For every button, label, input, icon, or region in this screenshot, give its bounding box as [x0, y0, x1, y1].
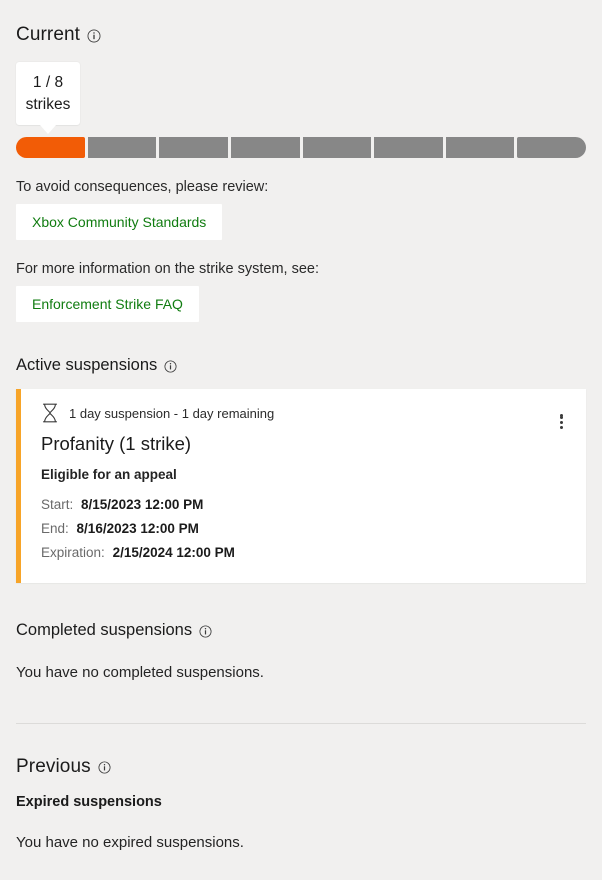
completed-suspensions-title: Completed suspensions [16, 621, 193, 640]
strike-segment-4 [230, 137, 300, 158]
detail-value: 2/15/2024 12:00 PM [112, 545, 235, 561]
suspension-card-top: 1 day suspension - 1 day remaining [41, 403, 572, 423]
completed-suspensions-header: Completed suspensions [16, 621, 586, 640]
strike-segment-5 [302, 137, 372, 158]
strike-segment-8 [517, 137, 586, 158]
kebab-dots [559, 413, 563, 429]
info-circle-icon[interactable] [98, 761, 112, 775]
detail-row-end: End: 8/16/2023 12:00 PM [41, 517, 572, 541]
strike-segment-7 [445, 137, 515, 158]
strike-segment-6 [374, 137, 443, 158]
detail-value: 8/16/2023 12:00 PM [76, 521, 199, 537]
info-circle-icon[interactable] [199, 625, 213, 639]
enforcement-strike-faq-button[interactable]: Enforcement Strike FAQ [16, 286, 199, 322]
active-suspensions-header: Active suspensions [16, 356, 586, 375]
faq-prompt: For more information on the strike syste… [16, 261, 319, 277]
kebab-menu-icon[interactable] [548, 402, 574, 429]
expired-empty-message: You have no expired suspensions. [16, 834, 244, 852]
strike-history-page: Current 1 / 8 strikes To avoid consequen… [0, 0, 602, 851]
strike-count-value: 1 / 8 [32, 74, 64, 91]
detail-row-start: Start: 8/15/2023 12:00 PM [41, 493, 572, 517]
review-prompt: To avoid consequences, please review: [16, 179, 269, 195]
suspension-duration: 1 day suspension - 1 day remaining [69, 405, 275, 421]
strike-segment-3 [159, 137, 228, 158]
hourglass-icon [41, 403, 59, 423]
strike-count-unit: strikes [25, 96, 71, 113]
suspension-card: 1 day suspension - 1 day remaining Profa… [16, 389, 586, 584]
previous-section-header: Previous [16, 756, 586, 778]
suspension-details: Start: 8/15/2023 12:00 PM End: 8/16/2023… [41, 493, 572, 565]
current-section-header: Current [16, 0, 586, 46]
strike-segment-2 [87, 137, 157, 158]
detail-value: 8/15/2023 12:00 PM [81, 497, 204, 512]
xbox-community-standards-button[interactable]: Xbox Community Standards [16, 204, 223, 240]
strike-count-callout: 1 / 8 strikes [16, 62, 80, 134]
strike-meter-wrapper: 1 / 8 strikes [16, 62, 586, 158]
strike-meter [16, 137, 586, 158]
info-circle-icon[interactable] [164, 359, 178, 374]
completed-empty-message: You have no completed suspensions. [16, 664, 264, 682]
detail-label: Start: [41, 497, 74, 512]
detail-label: Expiration: [41, 545, 105, 561]
section-divider [16, 723, 586, 725]
detail-row-expiration: Expiration: 2/15/2024 12:00 PM [41, 541, 572, 565]
active-suspensions-title: Active suspensions [16, 356, 158, 374]
previous-title: Previous [16, 756, 91, 778]
detail-label: End: [41, 521, 69, 537]
strike-segment-1 [16, 137, 85, 158]
info-circle-icon[interactable] [87, 29, 101, 43]
suspension-reason: Profanity (1 strike) [41, 433, 192, 454]
page-title: Current [16, 24, 81, 45]
appeal-eligibility: Eligible for an appeal [41, 467, 177, 482]
expired-suspensions-title: Expired suspensions [16, 794, 162, 811]
